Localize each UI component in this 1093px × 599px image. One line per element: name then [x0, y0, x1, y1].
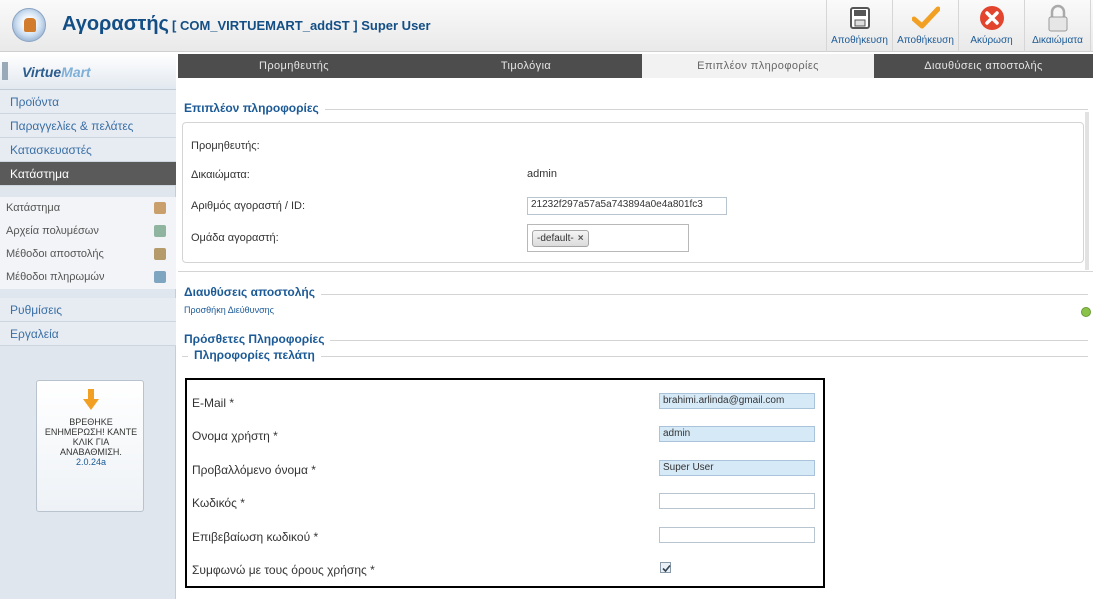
- tab-vendor[interactable]: Προμηθευτής: [178, 54, 410, 78]
- tab-bar: Προμηθευτής Τιμολόγια Επιπλέον πληροφορί…: [178, 54, 1093, 78]
- save-close-button-label: Αποθήκευση: [897, 35, 954, 46]
- sidebar-subitem-shipping[interactable]: Μέθοδοι αποστολής: [0, 243, 176, 266]
- sidebar-subitem-label: Μέθοδοι πληρωμών: [6, 271, 105, 283]
- tab-invoices[interactable]: Τιμολόγια: [410, 54, 642, 78]
- save-close-button[interactable]: Αποθήκευση: [893, 0, 959, 52]
- sidebar-subitem-media[interactable]: Αρχεία πολυμέσων: [0, 220, 176, 243]
- terms-label: Συμφωνώ με τους όρους χρήσης *: [192, 563, 375, 577]
- page-header: Αγοραστής [ COM_VIRTUEMART_addST ] Super…: [0, 0, 1093, 52]
- customer-group-label: Ομάδα αγοραστή:: [191, 232, 279, 244]
- password-field[interactable]: [659, 493, 815, 509]
- permissions-value: admin: [527, 168, 557, 180]
- sidebar: VirtueMart Προϊόντα Παραγγελίες & πελάτε…: [0, 54, 176, 599]
- cancel-button[interactable]: Ακύρωση: [959, 0, 1025, 52]
- page-title-sub: [ COM_VIRTUEMART_addST ] Super User: [172, 18, 431, 33]
- sidebar-item-products[interactable]: Προϊόντα: [0, 90, 176, 114]
- add-address-link[interactable]: Προσθήκη Διεύθυνσης: [184, 305, 274, 315]
- highlight-box: E-Mail * brahimi.arlinda@gmail.com Ονομα…: [185, 378, 825, 588]
- sidebar-subitem-label: Αρχεία πολυμέσων: [6, 225, 99, 237]
- update-line: ΕΝΗΜΕΡΩΣΗ! ΚΑΝΤΕ: [44, 427, 138, 437]
- joomla-logo-icon: [12, 8, 46, 42]
- floppy-icon: [846, 4, 874, 32]
- cancel-icon: [978, 4, 1006, 32]
- truck-icon: [154, 248, 166, 260]
- section-rule: [178, 271, 1093, 272]
- sidebar-item-settings[interactable]: Ρυθμίσεις: [0, 298, 176, 322]
- remove-chip-icon[interactable]: ×: [578, 233, 584, 244]
- sidebar-subitem-payment[interactable]: Μέθοδοι πληρωμών: [0, 266, 176, 289]
- password-label: Κωδικός *: [192, 496, 245, 510]
- download-arrow-icon: [83, 389, 99, 411]
- sidebar-item-orders[interactable]: Παραγγελίες & πελάτες: [0, 114, 176, 138]
- group-chip[interactable]: -default- ×: [532, 230, 589, 247]
- sidebar-subitem-shop[interactable]: Κατάστημα: [0, 197, 176, 220]
- terms-checkbox[interactable]: [660, 562, 671, 573]
- permissions-label: Δικαιώματα:: [191, 169, 250, 181]
- tab-shipping-addresses[interactable]: Διαυθύσεις αποστολής: [874, 54, 1093, 78]
- update-notice-text: ΒΡΕΘΗΚΕ ΕΝΗΜΕΡΩΣΗ! ΚΑΝΤΕ ΚΛΙΚ ΓΙΑ ΑΝΑΒΑΘ…: [41, 417, 141, 467]
- tab-extra-info[interactable]: Επιπλέον πληροφορίες: [642, 54, 874, 78]
- check-icon: [662, 564, 671, 573]
- permissions-button[interactable]: Δικαιώματα: [1025, 0, 1091, 52]
- shipping-legend: Διαυθύσεις αποστολής: [178, 285, 321, 299]
- cancel-button-label: Ακύρωση: [970, 35, 1013, 46]
- page-title-main: Αγοραστής: [62, 13, 169, 35]
- brand-text: VirtueMart: [22, 64, 91, 80]
- brand-text-part1: Virtue: [22, 64, 62, 80]
- vendor-label: Προμηθευτής:: [191, 140, 260, 152]
- toolbar: Αποθήκευση Αποθήκευση Ακύρωση Δικαιώματα: [826, 0, 1091, 52]
- customer-info-legend: Πληροφορίες πελάτη: [188, 348, 321, 362]
- brand-text-part2: Mart: [61, 64, 91, 80]
- main-content: Επιπλέον πληροφορίες Προμηθευτής: Δικαιώ…: [178, 78, 1093, 599]
- payment-icon: [154, 271, 166, 283]
- customer-id-input[interactable]: 21232f297a57a5a743894a0e4a801fc3: [527, 197, 727, 215]
- media-icon: [154, 225, 166, 237]
- confirm-password-label: Επιβεβαίωση κωδικού *: [192, 530, 319, 544]
- email-label: E-Mail *: [192, 396, 235, 410]
- display-name-field[interactable]: Super User: [659, 460, 815, 476]
- scroll-edge[interactable]: [1085, 112, 1089, 270]
- username-field[interactable]: admin: [659, 426, 815, 442]
- customer-id-label: Αριθμός αγοραστή / ID:: [191, 200, 306, 212]
- display-name-label: Προβαλλόμενο όνομα *: [192, 463, 316, 477]
- sidebar-collapse-handle[interactable]: [2, 62, 8, 80]
- virtuemart-logo: VirtueMart: [0, 54, 176, 90]
- extra-info-legend: Επιπλέον πληροφορίες: [178, 101, 325, 115]
- checkmark-icon: [911, 4, 940, 32]
- add-circle-icon[interactable]: [1081, 307, 1091, 317]
- sidebar-item-manufacturers[interactable]: Κατασκευαστές: [0, 138, 176, 162]
- customer-group-select[interactable]: -default- ×: [527, 224, 689, 252]
- sidebar-item-tools[interactable]: Εργαλεία: [0, 322, 176, 346]
- save-button-label: Αποθήκευση: [831, 35, 888, 46]
- store-icon: [154, 202, 166, 214]
- page-title: Αγοραστής [ COM_VIRTUEMART_addST ] Super…: [62, 13, 431, 36]
- extra-info-fieldset: Προμηθευτής: Δικαιώματα: admin Αριθμός α…: [182, 122, 1084, 263]
- lock-icon: [1044, 4, 1072, 32]
- update-line: ΑΝΑΒΑΘΜΙΣΗ.: [60, 447, 122, 457]
- save-button[interactable]: Αποθήκευση: [827, 0, 893, 52]
- sidebar-item-shop[interactable]: Κατάστημα: [0, 162, 176, 186]
- sidebar-subitem-label: Κατάστημα: [6, 202, 61, 214]
- group-chip-label: -default-: [537, 233, 574, 244]
- permissions-button-label: Δικαιώματα: [1032, 35, 1083, 46]
- email-field[interactable]: brahimi.arlinda@gmail.com: [659, 393, 815, 409]
- sidebar-subitem-label: Μέθοδοι αποστολής: [6, 248, 104, 260]
- confirm-password-field[interactable]: [659, 527, 815, 543]
- additional-info-legend: Πρόσθετες Πληροφορίες: [178, 332, 331, 346]
- username-label: Ονομα χρήστη *: [192, 429, 278, 443]
- update-notice[interactable]: ΒΡΕΘΗΚΕ ΕΝΗΜΕΡΩΣΗ! ΚΑΝΤΕ ΚΛΙΚ ΓΙΑ ΑΝΑΒΑΘ…: [36, 380, 144, 512]
- update-line: ΚΛΙΚ ΓΙΑ: [72, 437, 110, 447]
- update-version: 2.0.24a: [75, 457, 107, 467]
- update-line: ΒΡΕΘΗΚΕ: [69, 417, 113, 427]
